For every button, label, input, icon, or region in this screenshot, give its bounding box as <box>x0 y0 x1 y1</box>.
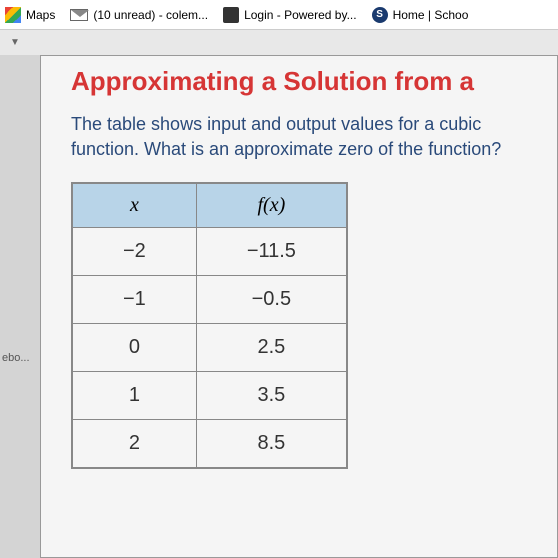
table-row: −2 −11.5 <box>72 228 347 276</box>
cell-x: −1 <box>72 276 196 324</box>
page-title: Approximating a Solution from a <box>41 56 557 112</box>
cell-fx: 3.5 <box>196 372 347 420</box>
login-icon <box>223 7 239 23</box>
bookmark-label: Login - Powered by... <box>244 8 357 22</box>
cell-fx: −0.5 <box>196 276 347 324</box>
mail-icon <box>70 9 88 21</box>
chevron-down-icon[interactable]: ▼ <box>10 37 20 48</box>
table-row: 2 8.5 <box>72 420 347 469</box>
s-icon: S <box>372 7 388 23</box>
cell-x: −2 <box>72 228 196 276</box>
bookmark-label: Maps <box>26 8 55 22</box>
data-table: x f(x) −2 −11.5 −1 −0.5 0 2.5 1 3.5 2 <box>71 182 348 469</box>
cell-x: 2 <box>72 420 196 469</box>
cell-x: 1 <box>72 372 196 420</box>
cell-fx: −11.5 <box>196 228 347 276</box>
content-panel: Approximating a Solution from a The tabl… <box>40 55 558 558</box>
bookmarks-bar: Maps (10 unread) - colem... Login - Powe… <box>0 0 558 30</box>
cell-x: 0 <box>72 324 196 372</box>
bookmark-label: (10 unread) - colem... <box>93 8 208 22</box>
cell-fx: 2.5 <box>196 324 347 372</box>
bookmark-home[interactable]: S Home | Schoo <box>372 7 469 23</box>
table-header-x: x <box>72 183 196 228</box>
side-label: ebo... <box>0 350 32 366</box>
bookmark-maps[interactable]: Maps <box>5 7 55 23</box>
table-row: 1 3.5 <box>72 372 347 420</box>
table-header-fx: f(x) <box>196 183 347 228</box>
bookmark-login[interactable]: Login - Powered by... <box>223 7 357 23</box>
table-row: −1 −0.5 <box>72 276 347 324</box>
table-row: 0 2.5 <box>72 324 347 372</box>
bookmark-mail[interactable]: (10 unread) - colem... <box>70 8 208 22</box>
bookmark-label: Home | Schoo <box>393 8 469 22</box>
toolbar: ▼ <box>0 30 558 55</box>
cell-fx: 8.5 <box>196 420 347 469</box>
question-text: The table shows input and output values … <box>41 112 557 182</box>
maps-icon <box>5 7 21 23</box>
